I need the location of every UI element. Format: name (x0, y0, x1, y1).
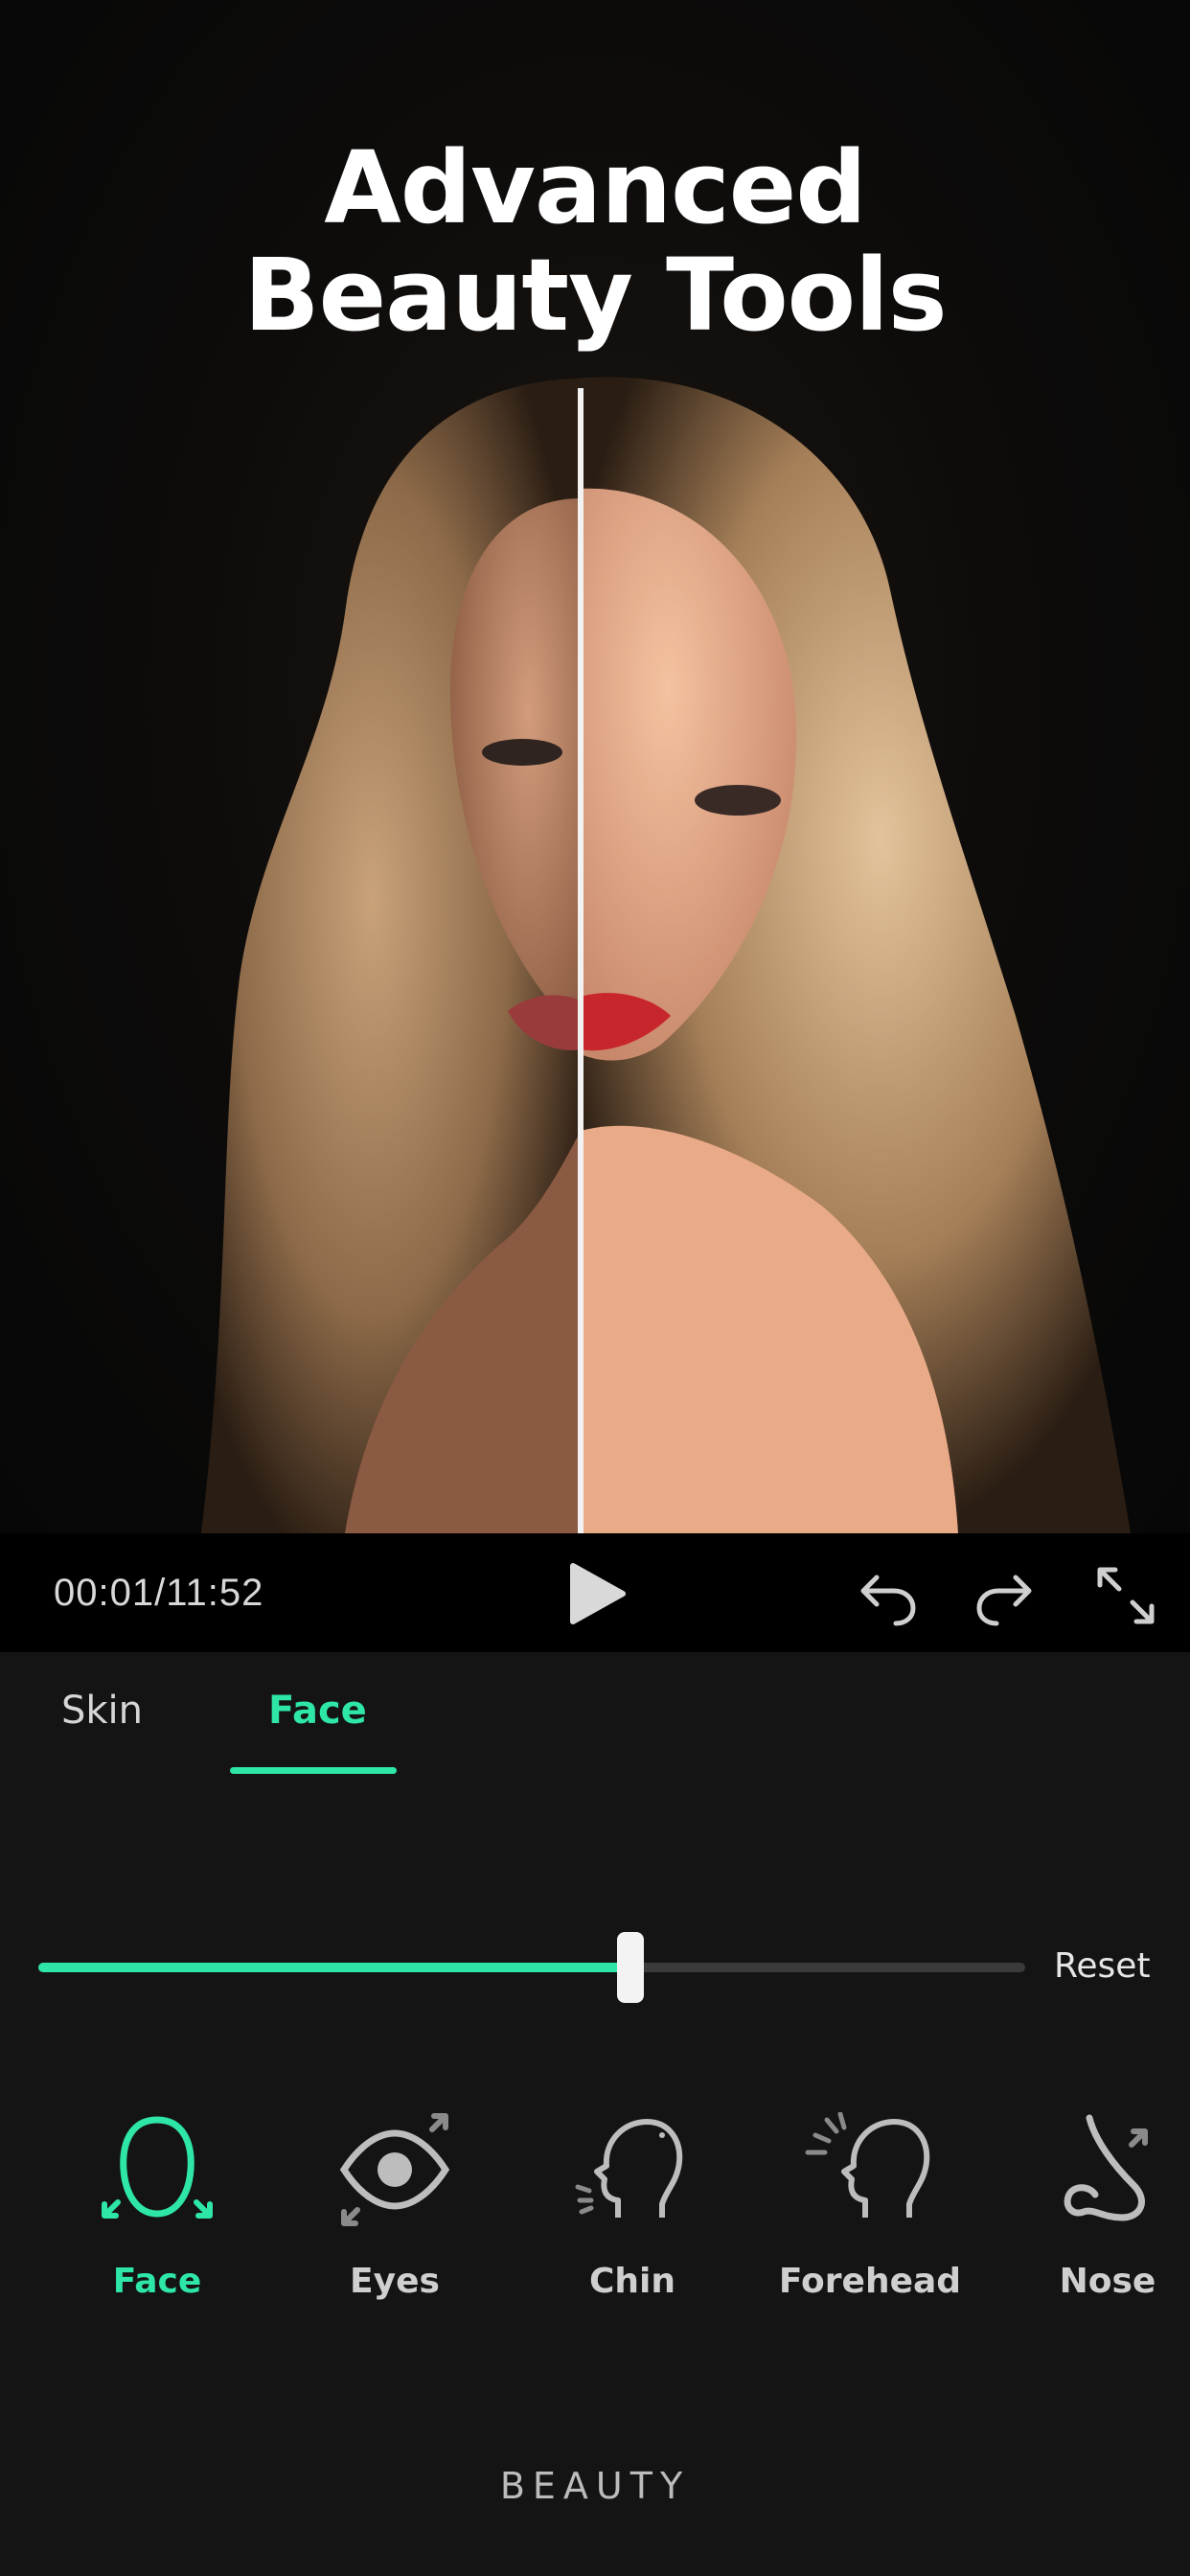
tab-face[interactable]: Face (268, 1689, 367, 1733)
face-outline-icon (102, 2116, 213, 2219)
redo-icon[interactable] (973, 1564, 1037, 1627)
nose-icon (1064, 2114, 1148, 2221)
forehead-profile-icon (805, 2112, 930, 2218)
slider-thumb[interactable] (617, 1932, 644, 2003)
intensity-slider[interactable] (38, 1932, 1025, 2003)
headline-line-2: Beauty Tools (243, 237, 947, 354)
tool-chin[interactable]: Chin (537, 2112, 728, 2301)
tool-forehead-label: Forehead (778, 2262, 962, 2301)
reset-button[interactable]: Reset (1054, 1946, 1151, 1986)
tool-eyes[interactable]: Eyes (299, 2112, 491, 2301)
headline: Advanced Beauty Tools (0, 134, 1190, 349)
tool-eyes-label: Eyes (350, 2262, 440, 2301)
before-after-divider[interactable] (578, 388, 584, 1533)
time-counter: 00:01/11:52 (54, 1572, 264, 1614)
section-label: BEAUTY (499, 2465, 691, 2507)
photo-preview: Advanced Beauty Tools (0, 0, 1190, 1533)
tool-nose-label: Nose (1059, 2262, 1156, 2301)
active-tab-indicator (230, 1767, 397, 1774)
headline-line-1: Advanced (324, 129, 867, 246)
tool-forehead[interactable]: Forehead (774, 2112, 966, 2301)
tool-face[interactable]: Face (61, 2112, 253, 2301)
slider-fill (38, 1963, 630, 1972)
beauty-panel: Skin Face Reset Face Eyes Chin Forehead … (0, 1652, 1190, 2576)
tool-chin-label: Chin (588, 2262, 676, 2301)
undo-icon[interactable] (856, 1564, 919, 1627)
playback-bar: 00:01/11:52 (0, 1533, 1190, 1652)
eye-icon (339, 2113, 450, 2226)
play-icon[interactable] (563, 1560, 630, 1627)
tool-face-label: Face (112, 2262, 202, 2301)
expand-icon[interactable] (1094, 1564, 1157, 1627)
tab-skin[interactable]: Skin (61, 1689, 143, 1733)
chin-profile-icon (575, 2119, 683, 2218)
tool-nose[interactable]: Nose (1012, 2112, 1190, 2301)
